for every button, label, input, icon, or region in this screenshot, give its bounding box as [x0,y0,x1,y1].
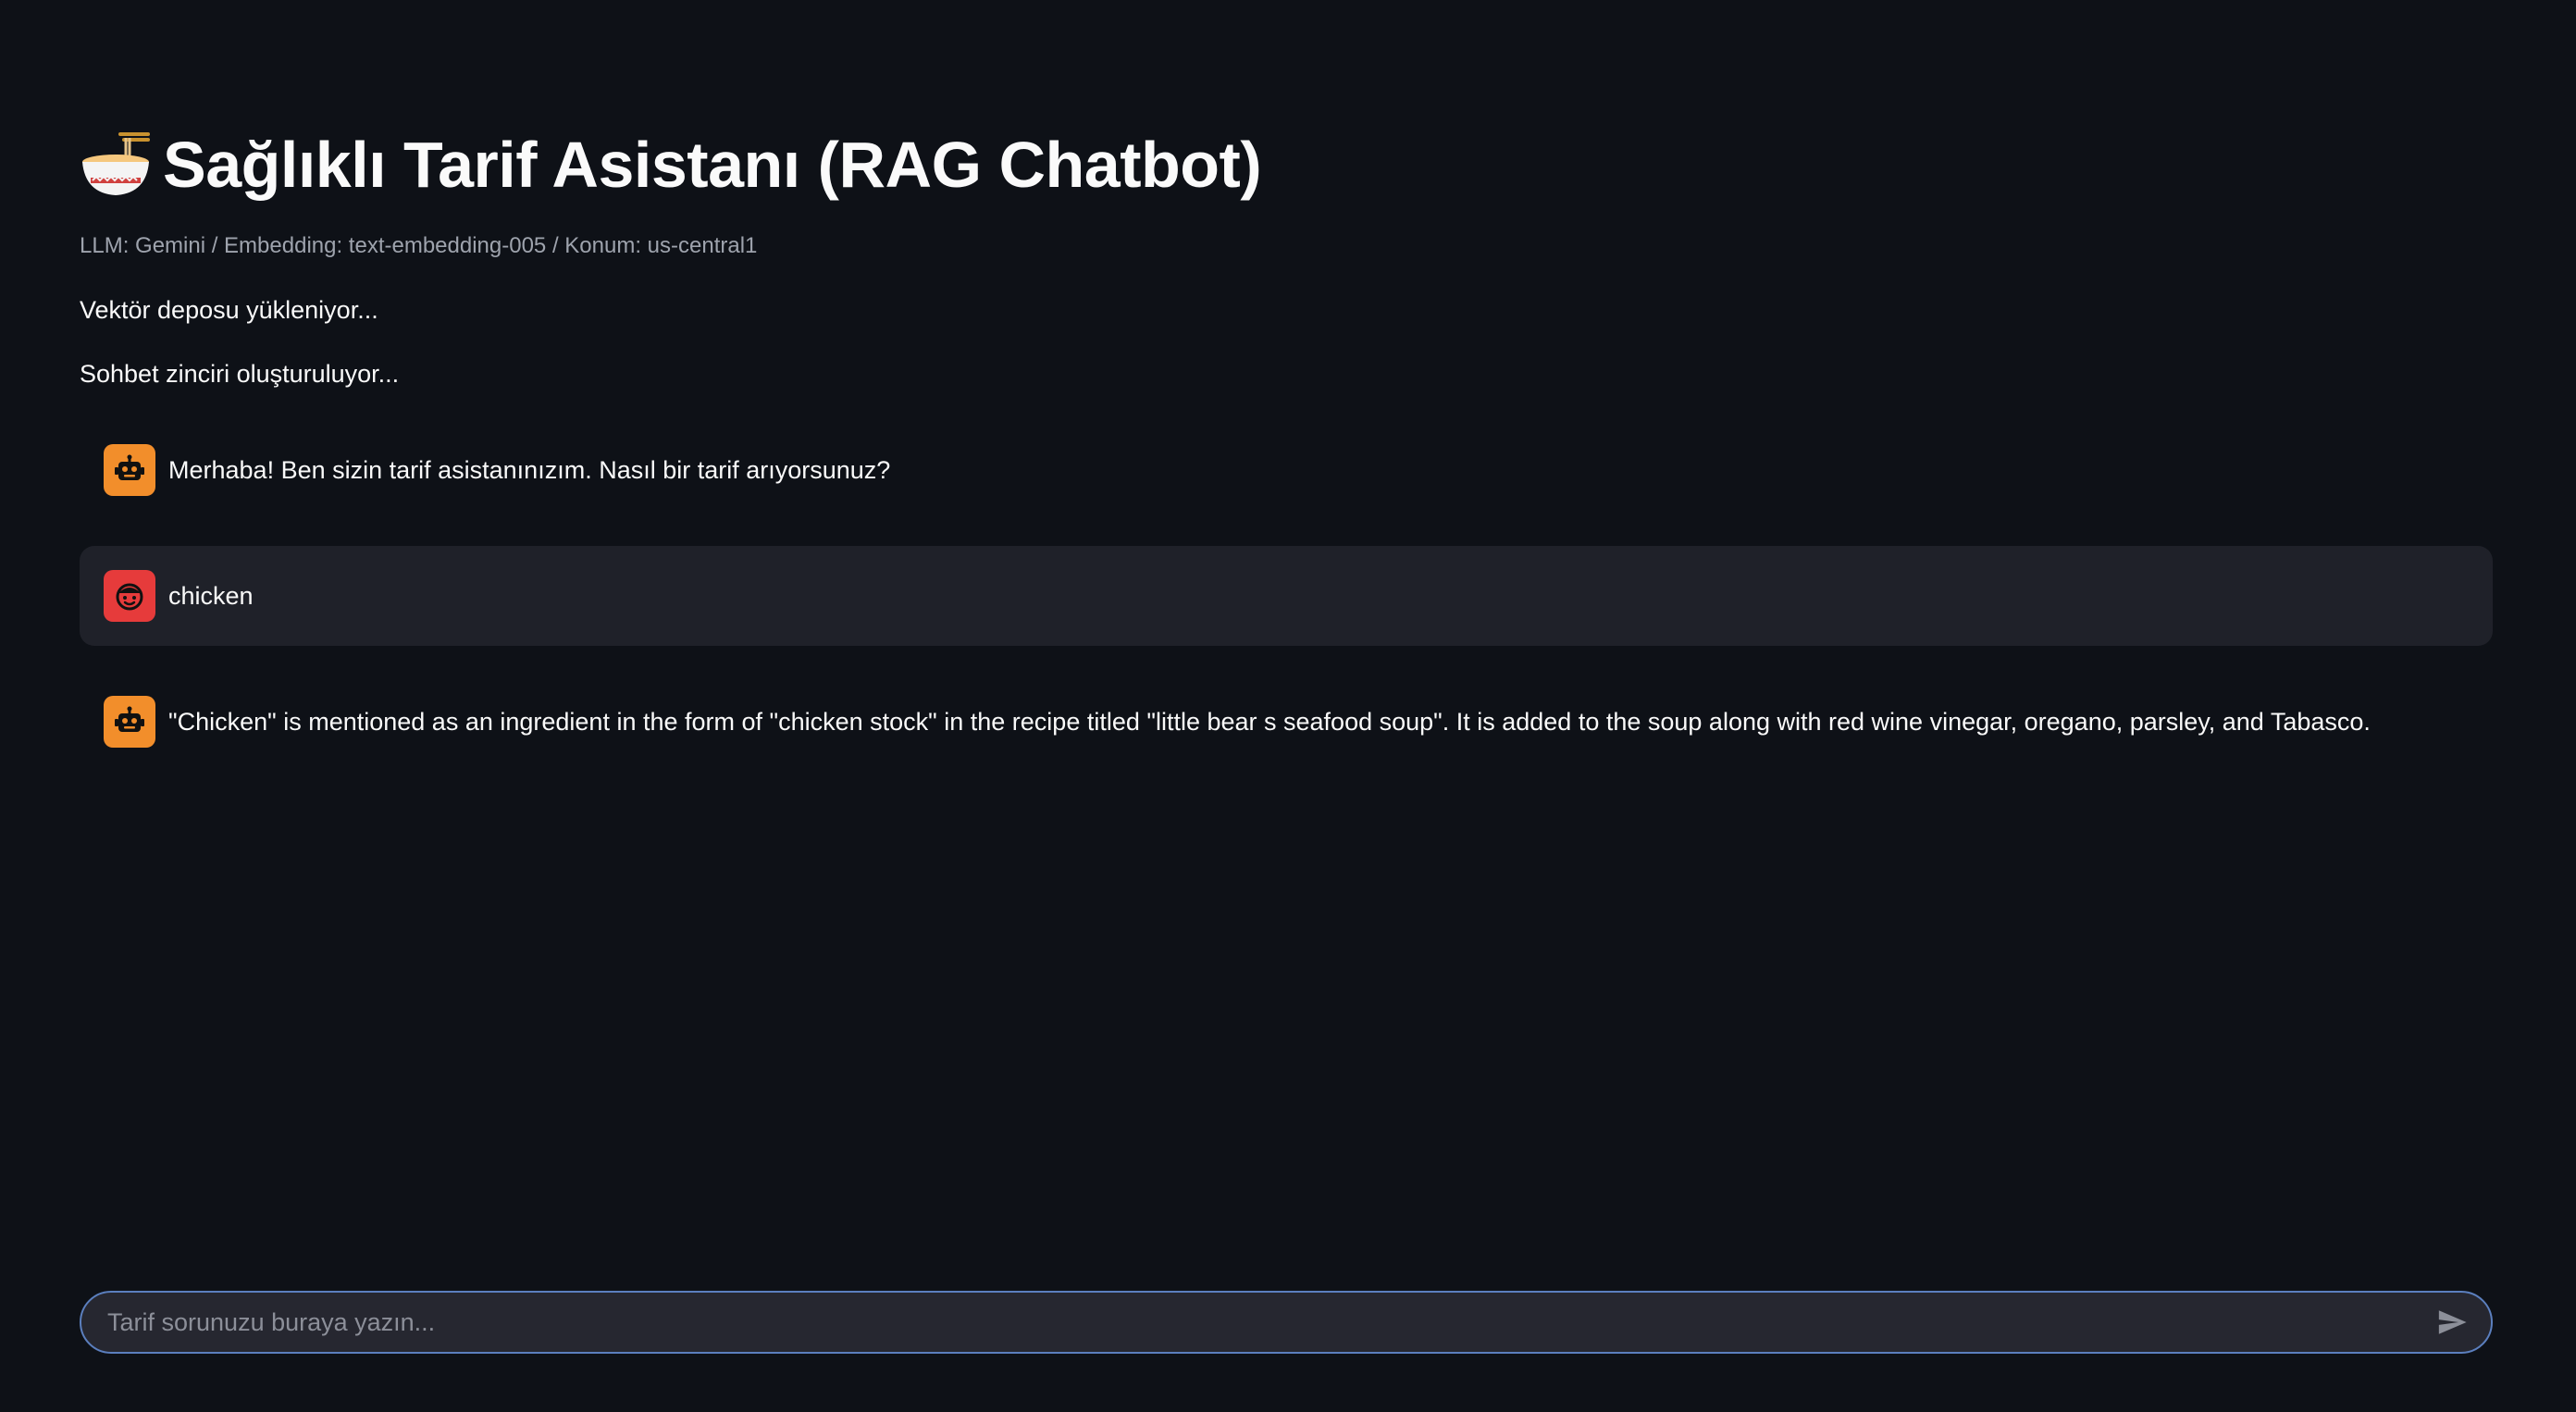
title-row: Sağlıklı Tarif Asistanı (RAG Chatbot) [80,122,1262,207]
ramen-bowl-icon [80,129,152,201]
chat-message-user: chicken [80,546,2493,646]
user-face-icon [104,570,155,622]
message-text: "Chicken" is mentioned as an ingredient … [168,707,2371,736]
robot-icon [104,696,155,748]
status-text-chain: Sohbet zinciri oluşturuluyor... [80,360,400,388]
message-text: chicken [168,581,254,610]
page-title: Sağlıklı Tarif Asistanı (RAG Chatbot) [163,129,1262,201]
send-button[interactable] [2424,1294,2480,1350]
send-icon [2438,1310,2467,1334]
model-caption: LLM: Gemini / Embedding: text-embedding-… [80,233,758,258]
chat-message-assistant: Merhaba! Ben sizin tarif asistanınızım. … [80,442,2493,498]
chat-message-assistant: "Chicken" is mentioned as an ingredient … [80,694,2493,749]
app-page: Sağlıklı Tarif Asistanı (RAG Chatbot) LL… [0,0,2576,1412]
chat-input[interactable] [81,1292,2424,1353]
status-text-vector-store: Vektör deposu yükleniyor... [80,296,378,324]
chat-input-container [80,1291,2493,1354]
robot-icon [104,444,155,496]
message-text: Merhaba! Ben sizin tarif asistanınızım. … [168,455,891,484]
